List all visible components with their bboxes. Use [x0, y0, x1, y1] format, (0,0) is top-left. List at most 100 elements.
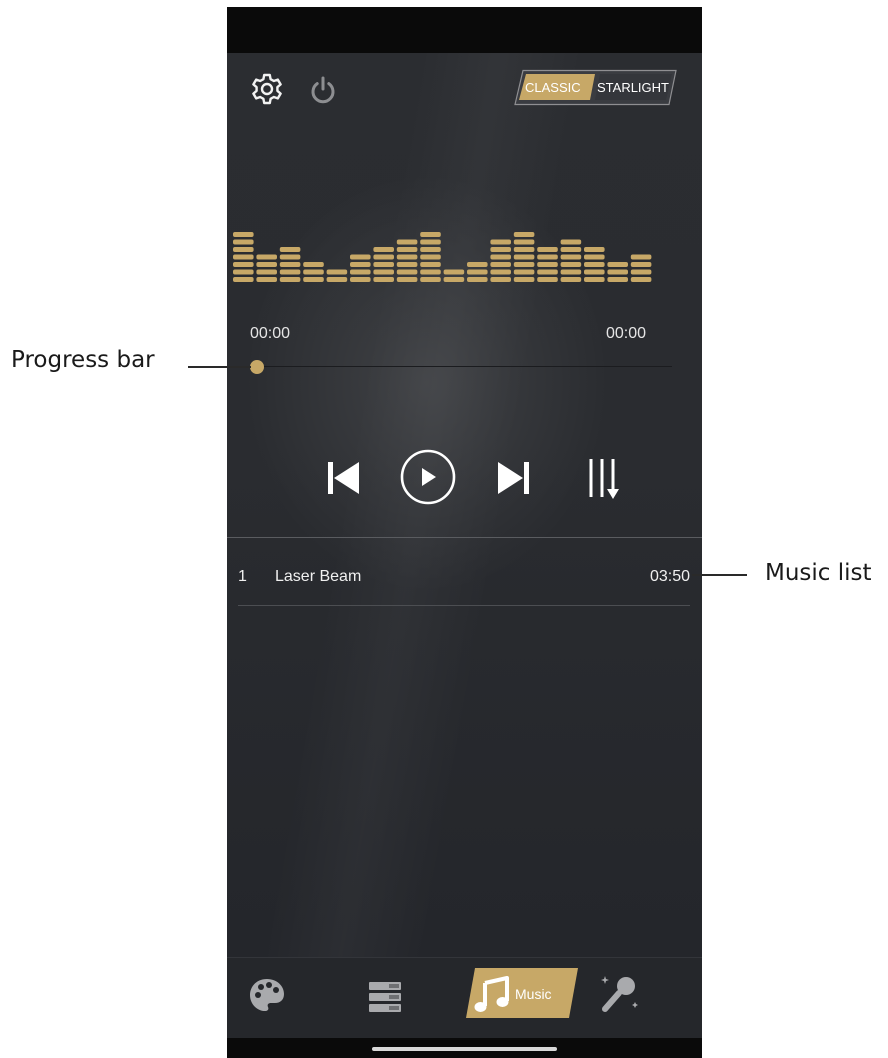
equalizer-segment — [279, 277, 301, 282]
progress-knob[interactable] — [250, 360, 264, 374]
list-icon[interactable] — [367, 980, 403, 1014]
equalizer-segment — [396, 277, 418, 282]
equalizer-segment — [443, 269, 465, 275]
list-item[interactable]: 1 Laser Beam 03:50 — [237, 558, 690, 604]
mode-option-starlight[interactable]: STARLIGHT — [597, 80, 669, 95]
equalizer-segment — [420, 247, 441, 252]
equalizer-segment — [420, 239, 441, 245]
equalizer-segment — [537, 277, 558, 282]
equalizer-segment — [513, 277, 535, 282]
music-list-callout: Music list — [765, 560, 872, 586]
equalizer-segment — [233, 232, 254, 237]
equalizer-segment — [490, 254, 511, 260]
equalizer-segment — [630, 277, 652, 282]
equalizer-segment — [537, 247, 558, 252]
skip-previous-icon[interactable] — [325, 460, 363, 496]
equalizer-segment — [630, 254, 652, 260]
equalizer-segment — [607, 262, 628, 267]
equalizer-segment — [630, 269, 652, 275]
track-title: Laser Beam — [275, 568, 362, 585]
home-indicator — [372, 1047, 557, 1051]
equalizer-segment — [303, 262, 324, 267]
nav-item-music-label: Music — [515, 986, 552, 1002]
equalizer-segment — [513, 247, 535, 252]
equalizer-segment — [467, 262, 488, 267]
equalizer-segment — [396, 247, 418, 252]
annotated-screenshot: CLASSIC STARLIGHT 00:00 00:00 1 Laser Be… — [0, 0, 888, 1058]
nav-item-music[interactable]: Music — [465, 967, 580, 1019]
equalizer-segment — [490, 262, 511, 267]
equalizer-segment — [584, 262, 605, 267]
equalizer-segment — [373, 254, 394, 260]
equalizer-segment — [256, 277, 277, 282]
equalizer-segment — [490, 239, 511, 245]
equalizer-segment — [513, 262, 535, 267]
equalizer-segment — [279, 269, 301, 275]
equalizer-segment — [233, 247, 254, 252]
equalizer-segment — [256, 262, 277, 267]
skip-next-icon[interactable] — [494, 460, 532, 496]
equalizer-segment — [537, 269, 558, 275]
palette-icon[interactable] — [247, 976, 287, 1016]
equalizer-segment — [513, 232, 535, 237]
equalizer-segment — [560, 239, 582, 245]
equalizer-segment — [537, 262, 558, 267]
equalizer-segment — [396, 239, 418, 245]
equalizer-segment — [233, 262, 254, 267]
progress-bar[interactable] — [258, 366, 672, 367]
equalizer-segment — [420, 232, 441, 237]
phone-frame: CLASSIC STARLIGHT 00:00 00:00 1 Laser Be… — [227, 7, 702, 1058]
music-list-callout-line — [692, 574, 747, 576]
equalizer-segment — [607, 269, 628, 275]
mode-toggle: CLASSIC STARLIGHT — [514, 69, 677, 106]
equalizer-segment — [396, 269, 418, 275]
equalizer-segment — [279, 262, 301, 267]
progress-bar-callout: Progress bar — [11, 347, 155, 373]
equalizer-segment — [373, 269, 394, 275]
equalizer-segment — [233, 239, 254, 245]
equalizer-segment — [513, 254, 535, 260]
equalizer-segment — [630, 262, 652, 267]
total-time: 00:00 — [606, 325, 647, 342]
gear-icon[interactable] — [250, 72, 284, 106]
equalizer-segment — [443, 277, 465, 282]
sequential-play-icon[interactable] — [585, 456, 631, 502]
equalizer-segment — [490, 247, 511, 252]
progress-bar-callout-line — [188, 366, 251, 368]
equalizer-segment — [279, 247, 301, 252]
equalizer-segment — [373, 262, 394, 267]
equalizer-segment — [420, 269, 441, 275]
mode-option-classic[interactable]: CLASSIC — [525, 80, 581, 95]
equalizer-segment — [560, 262, 582, 267]
equalizer-segment — [256, 254, 277, 260]
equalizer-segment — [256, 269, 277, 275]
equalizer-segment — [350, 269, 371, 275]
equalizer-segment — [326, 269, 348, 275]
equalizer-segment — [350, 254, 371, 260]
equalizer-segment — [584, 247, 605, 252]
equalizer-segment — [490, 269, 511, 275]
equalizer-segment — [467, 269, 488, 275]
equalizer-segment — [279, 254, 301, 260]
equalizer-segment — [560, 247, 582, 252]
equalizer-segment — [537, 254, 558, 260]
equalizer-segment — [233, 254, 254, 260]
play-circle-icon[interactable] — [399, 448, 457, 506]
equalizer-segment — [420, 254, 441, 260]
elapsed-time: 00:00 — [250, 325, 291, 342]
power-icon[interactable] — [308, 75, 338, 105]
equalizer-segment — [373, 247, 394, 252]
equalizer-segment — [326, 277, 348, 282]
equalizer-segment — [303, 277, 324, 282]
equalizer-segment — [584, 277, 605, 282]
equalizer-segment — [513, 269, 535, 275]
equalizer-segment — [396, 262, 418, 267]
microphone-icon[interactable] — [597, 972, 641, 1016]
equalizer-visualizer — [233, 232, 652, 282]
equalizer-segment — [396, 254, 418, 260]
track-duration: 03:50 — [649, 568, 690, 585]
equalizer-segment — [350, 262, 371, 267]
equalizer-segment — [513, 239, 535, 245]
equalizer-segment — [233, 269, 254, 275]
equalizer-segment — [350, 277, 371, 282]
